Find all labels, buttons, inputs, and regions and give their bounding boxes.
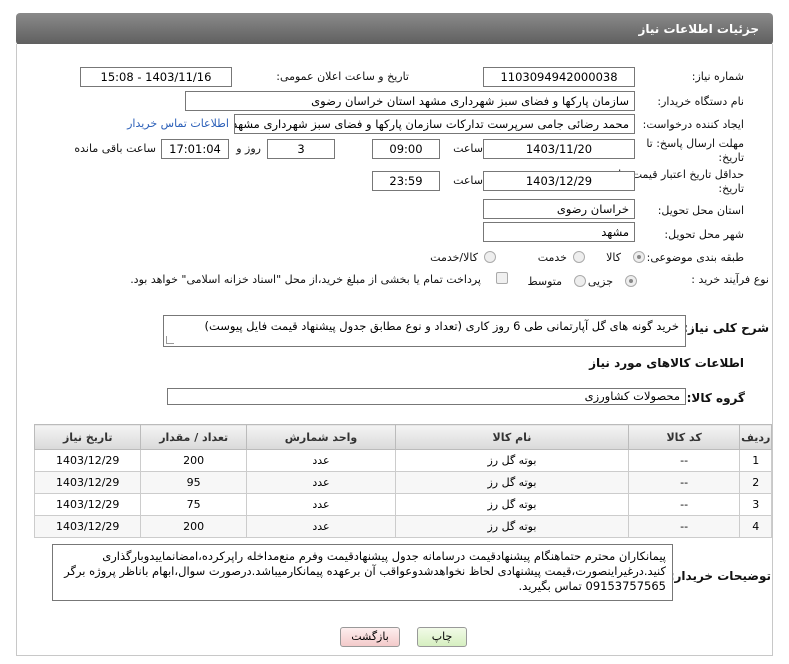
process-type-label: نوع فرآیند خرید : xyxy=(691,273,769,286)
need-number-field: 1103094942000038 xyxy=(483,67,635,87)
reply-deadline-label: مهلت ارسال پاسخ: تا xyxy=(646,137,744,150)
description-label: شرح کلی نیاز: xyxy=(683,321,769,335)
reply-date-field: 1403/11/20 xyxy=(483,139,635,159)
col-code-header: کد کالا xyxy=(627,424,741,450)
reply-days-field: 3 xyxy=(267,139,335,159)
panel-header: جزئیات اطلاعات نیاز xyxy=(16,13,773,45)
cell-unit: عدد xyxy=(245,493,397,516)
cell-code: -- xyxy=(627,471,741,494)
col-name-header: نام کالا xyxy=(395,424,629,450)
treasury-payment-checkbox[interactable] xyxy=(496,272,508,284)
price-validity-time-label: ساعت xyxy=(453,174,483,187)
delivery-province-label: استان محل تحویل: xyxy=(657,204,744,217)
process-option-medium: متوسط xyxy=(527,275,562,288)
cell-date: 1403/12/29 xyxy=(33,493,142,516)
process-radio-minor[interactable] xyxy=(625,275,637,287)
cell-qty: 75 xyxy=(140,493,247,516)
items-table: ردیف کد کالا نام کالا واحد شمارش تعداد /… xyxy=(33,424,772,538)
buyer-notes-label: توضیحات خریدار: xyxy=(669,569,771,583)
goods-group-label: گروه کالا: xyxy=(686,391,745,405)
reply-deadline-label-2: تاریخ: xyxy=(718,151,744,164)
cell-qty: 200 xyxy=(140,515,247,538)
cell-unit: عدد xyxy=(245,471,397,494)
requester-field: محمد رضائی جامی سرپرست تدارکات سازمان پا… xyxy=(234,114,635,134)
announce-datetime-label: تاریخ و ساعت اعلان عمومی: xyxy=(276,70,409,83)
cell-row: 1 xyxy=(739,449,772,472)
delivery-city-field: مشهد xyxy=(483,222,635,242)
buyer-contact-link[interactable]: اطلاعات تماس خریدار xyxy=(127,117,229,130)
cell-name: بوته گل رز xyxy=(395,493,629,516)
category-radio-service[interactable] xyxy=(573,251,585,263)
price-validity-label-2: تاریخ: xyxy=(718,182,744,195)
buyer-notes-text: پیمانکاران محترم حتماهنگام پیشنهادقیمت د… xyxy=(64,549,666,593)
table-row[interactable]: 1 -- بوته گل رز عدد 200 1403/12/29 xyxy=(33,449,772,472)
cell-qty: 200 xyxy=(140,449,247,472)
price-validity-time-field: 23:59 xyxy=(372,171,440,191)
category-option-goods: کالا xyxy=(606,251,621,264)
resize-grip-icon[interactable] xyxy=(166,336,174,344)
cell-name: بوته گل رز xyxy=(395,471,629,494)
cell-qty: 95 xyxy=(140,471,247,494)
price-validity-label: حداقل تاریخ اعتبار قیمت: تا xyxy=(618,168,744,181)
reply-days-label: روز و xyxy=(236,142,261,155)
col-row-header: ردیف xyxy=(739,424,772,450)
category-label: طبقه بندی موضوعی: xyxy=(646,251,744,264)
cell-row: 3 xyxy=(739,493,772,516)
col-unit-header: واحد شمارش xyxy=(245,424,397,450)
reply-time-label: ساعت xyxy=(453,142,483,155)
description-textarea[interactable]: خرید گونه های گل آپارتمانی طی 6 روز کاری… xyxy=(163,315,686,347)
reply-remaining-field: 17:01:04 xyxy=(161,139,229,159)
cell-name: بوته گل رز xyxy=(395,449,629,472)
cell-row: 4 xyxy=(739,515,772,538)
category-option-service: خدمت xyxy=(537,251,567,264)
cell-date: 1403/12/29 xyxy=(33,515,142,538)
cell-unit: عدد xyxy=(245,515,397,538)
page-title: جزئیات اطلاعات نیاز xyxy=(638,22,759,36)
reply-time-field: 09:00 xyxy=(372,139,440,159)
delivery-province-field: خراسان رضوی xyxy=(483,199,635,219)
table-row[interactable]: 4 -- بوته گل رز عدد 200 1403/12/29 xyxy=(33,515,772,538)
announce-datetime-field: 1403/11/16 - 15:08 xyxy=(80,67,232,87)
cell-code: -- xyxy=(627,493,741,516)
category-radio-goods[interactable] xyxy=(633,251,645,263)
table-row[interactable]: 3 -- بوته گل رز عدد 75 1403/12/29 xyxy=(33,493,772,516)
cell-name: بوته گل رز xyxy=(395,515,629,538)
back-button[interactable]: بازگشت xyxy=(340,627,400,647)
treasury-payment-note: پرداخت تمام یا بخشی از مبلغ خرید،از محل … xyxy=(130,273,481,286)
goods-section-title: اطلاعات کالاهای مورد نیاز xyxy=(589,356,744,370)
requester-label: ایجاد کننده درخواست: xyxy=(642,118,744,131)
col-qty-header: تعداد / مقدار xyxy=(140,424,247,450)
need-number-label: شماره نیاز: xyxy=(691,70,744,83)
description-text: خرید گونه های گل آپارتمانی طی 6 روز کاری… xyxy=(204,319,680,333)
col-date-header: تاریخ نیاز xyxy=(33,424,142,450)
category-option-goods-service: کالا/خدمت xyxy=(430,251,478,264)
table-row[interactable]: 2 -- بوته گل رز عدد 95 1403/12/29 xyxy=(33,471,772,494)
process-option-minor: جزیی xyxy=(587,275,613,288)
cell-date: 1403/12/29 xyxy=(33,471,142,494)
cell-date: 1403/12/29 xyxy=(33,449,142,472)
price-validity-date-field: 1403/12/29 xyxy=(483,171,635,191)
reply-remaining-label: ساعت باقی مانده xyxy=(74,142,156,155)
delivery-city-label: شهر محل تحویل: xyxy=(664,228,744,241)
buyer-org-field: سازمان پارکها و فضای سبز شهرداری مشهد اس… xyxy=(185,91,635,111)
table-header-row: ردیف کد کالا نام کالا واحد شمارش تعداد /… xyxy=(33,424,772,450)
cell-row: 2 xyxy=(739,471,772,494)
print-button[interactable]: چاپ xyxy=(417,627,467,647)
process-radio-medium[interactable] xyxy=(574,275,586,287)
buyer-org-label: نام دستگاه خریدار: xyxy=(657,95,744,108)
cell-unit: عدد xyxy=(245,449,397,472)
cell-code: -- xyxy=(627,515,741,538)
cell-code: -- xyxy=(627,449,741,472)
goods-group-field: محصولات کشاورزی xyxy=(167,388,686,405)
buyer-notes-box: پیمانکاران محترم حتماهنگام پیشنهادقیمت د… xyxy=(52,544,673,601)
category-radio-goods-service[interactable] xyxy=(484,251,496,263)
